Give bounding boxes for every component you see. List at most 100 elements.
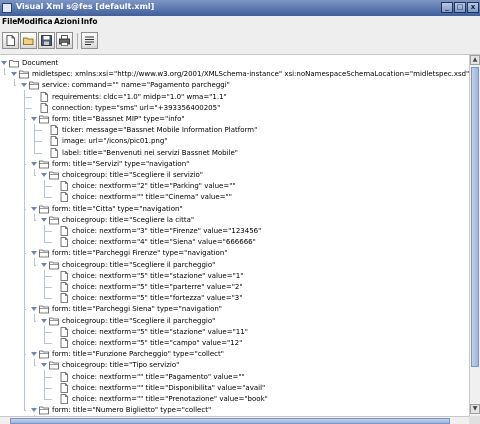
tree-node-label: form: title="Bassnet MIP" type="info" [52, 115, 185, 123]
tree-connector-line [34, 219, 36, 221]
print-button[interactable] [56, 32, 73, 49]
document-leaf-icon [40, 91, 48, 102]
document-leaf-icon [50, 125, 58, 136]
expand-toggle-icon[interactable] [40, 317, 48, 325]
close-button[interactable]: x [467, 2, 479, 13]
tree-connector-line [34, 175, 36, 176]
expand-toggle-icon[interactable] [30, 249, 38, 257]
expand-toggle-icon[interactable] [40, 171, 48, 179]
document-leaf-icon [60, 371, 68, 382]
tree-connector-line [44, 242, 52, 244]
tree-connector-line [24, 96, 32, 98]
folder-open-icon [39, 205, 49, 213]
tree-node-label: choicegroup: title="Scegliere il servizi… [62, 171, 204, 179]
window-title-bar[interactable]: Visual Xml s@fes [default.xml] _ □ x [0, 0, 480, 16]
folder-open-icon [39, 115, 49, 124]
app-icon [2, 3, 12, 13]
expand-toggle-icon[interactable] [30, 350, 38, 358]
tree-connector-line [24, 107, 32, 109]
tree-connector-line [34, 152, 42, 154]
tree-node-label: choice: nextform="5" title="campo" value… [72, 339, 243, 347]
minimize-button[interactable]: _ [441, 2, 453, 13]
tree-connector-line [44, 298, 52, 300]
folder-open-icon [49, 261, 59, 269]
folder-open-icon [39, 249, 49, 258]
tree-connector-line [24, 354, 26, 356]
menu-modifica[interactable]: Modifica [17, 17, 53, 26]
tree-guide-line [24, 90, 25, 411]
tree-connector-line [24, 163, 26, 165]
tree-node-label: ticker: message="Bassnet Mobile Informat… [62, 126, 258, 135]
tree-guide-line [44, 180, 45, 198]
tree-guide-line [44, 224, 45, 243]
document-leaf-icon [50, 136, 58, 147]
document-leaf-icon [50, 147, 58, 158]
save-disk-icon [41, 35, 52, 46]
scroll-up-arrow-icon[interactable]: ▲ [470, 55, 480, 65]
document-root-icon [9, 60, 19, 68]
tree-node-label: form: title="Citta" type="navigation" [52, 204, 183, 213]
expand-toggle-icon[interactable] [40, 261, 48, 269]
tree-connector-line [24, 119, 26, 120]
expand-toggle-icon[interactable] [30, 406, 38, 414]
tree-connector-line [34, 320, 36, 322]
new-file-button[interactable] [2, 32, 19, 49]
tree-connector-line [34, 264, 36, 266]
window-title: Visual Xml s@fes [default.xml] [16, 2, 155, 11]
expand-toggle-icon[interactable] [30, 115, 38, 123]
tree-node-label: choice: nextform="" title="Pagamento" va… [72, 372, 245, 381]
document-leaf-icon [60, 338, 68, 348]
vertical-scroll-thumb[interactable] [471, 67, 479, 367]
open-folder-icon [23, 37, 34, 45]
tree-connector-line [4, 74, 6, 76]
tree-node-label: service: command="" name="Pagamento parc… [42, 81, 230, 90]
maximize-button[interactable]: □ [454, 2, 466, 13]
tree-connector-line [24, 253, 26, 255]
document-leaf-icon [60, 226, 68, 236]
tree-connector-line [44, 197, 52, 199]
vertical-scrollbar[interactable]: ▲ ▼ [469, 55, 480, 416]
tree-node-label: image: url="/icons/pic01.png" [62, 137, 168, 146]
folder-open-icon [29, 81, 39, 90]
tree-connector-line [24, 309, 26, 311]
horizontal-scroll-thumb[interactable] [10, 418, 450, 424]
document-leaf-icon [60, 326, 68, 337]
tree-guide-line [34, 124, 35, 153]
tree-connector-line [44, 387, 52, 389]
folder-open-icon [49, 317, 59, 325]
xml-tree-view[interactable]: Document midletspec: xmlns:xsi="http://ww… [0, 55, 469, 416]
properties-button[interactable] [81, 32, 98, 49]
menu-info[interactable]: Info [81, 17, 98, 26]
expand-toggle-icon[interactable] [0, 59, 8, 67]
expand-toggle-icon[interactable] [30, 160, 38, 168]
menu-azioni[interactable]: Azioni [54, 17, 80, 26]
save-button[interactable] [38, 32, 55, 49]
expand-toggle-icon[interactable] [30, 205, 38, 213]
tree-connector-line [44, 287, 52, 288]
menu-file[interactable]: File [2, 17, 17, 26]
expand-toggle-icon[interactable] [20, 81, 28, 89]
expand-toggle-icon[interactable] [30, 305, 38, 313]
tree-node-label: choice: nextform="3" title="Firenze" val… [72, 227, 262, 235]
tree-connector-line [34, 130, 42, 132]
tree-node-label: form: title="Servizi" type="navigation" [52, 159, 190, 168]
print-icon [59, 35, 70, 46]
tree-connector-line [44, 331, 52, 333]
tree-node-label: choice: nextform="2" title="Parking" val… [72, 182, 236, 191]
toolbar-separator [77, 33, 78, 49]
tree-node-label: midletspec: xmlns:xsi="http://www.w3.org… [32, 70, 469, 79]
expand-toggle-icon[interactable] [40, 361, 48, 369]
tree-connector-line [24, 410, 26, 412]
expand-toggle-icon[interactable] [40, 216, 48, 224]
tree-connector-line [44, 376, 52, 378]
tree-connector-line [44, 399, 52, 400]
tree-node-label: choicegroup: title="Scegliere il parcheg… [62, 316, 216, 325]
document-leaf-icon [60, 282, 68, 292]
scroll-down-arrow-icon[interactable]: ▼ [470, 404, 480, 414]
properties-list-icon [85, 36, 94, 45]
tree-node-label: form: title="Numero Biglietto" type="col… [52, 406, 212, 415]
open-button[interactable] [20, 32, 37, 49]
document-leaf-icon [40, 102, 48, 113]
expand-toggle-icon[interactable] [10, 70, 18, 78]
horizontal-scrollbar[interactable] [0, 416, 469, 424]
